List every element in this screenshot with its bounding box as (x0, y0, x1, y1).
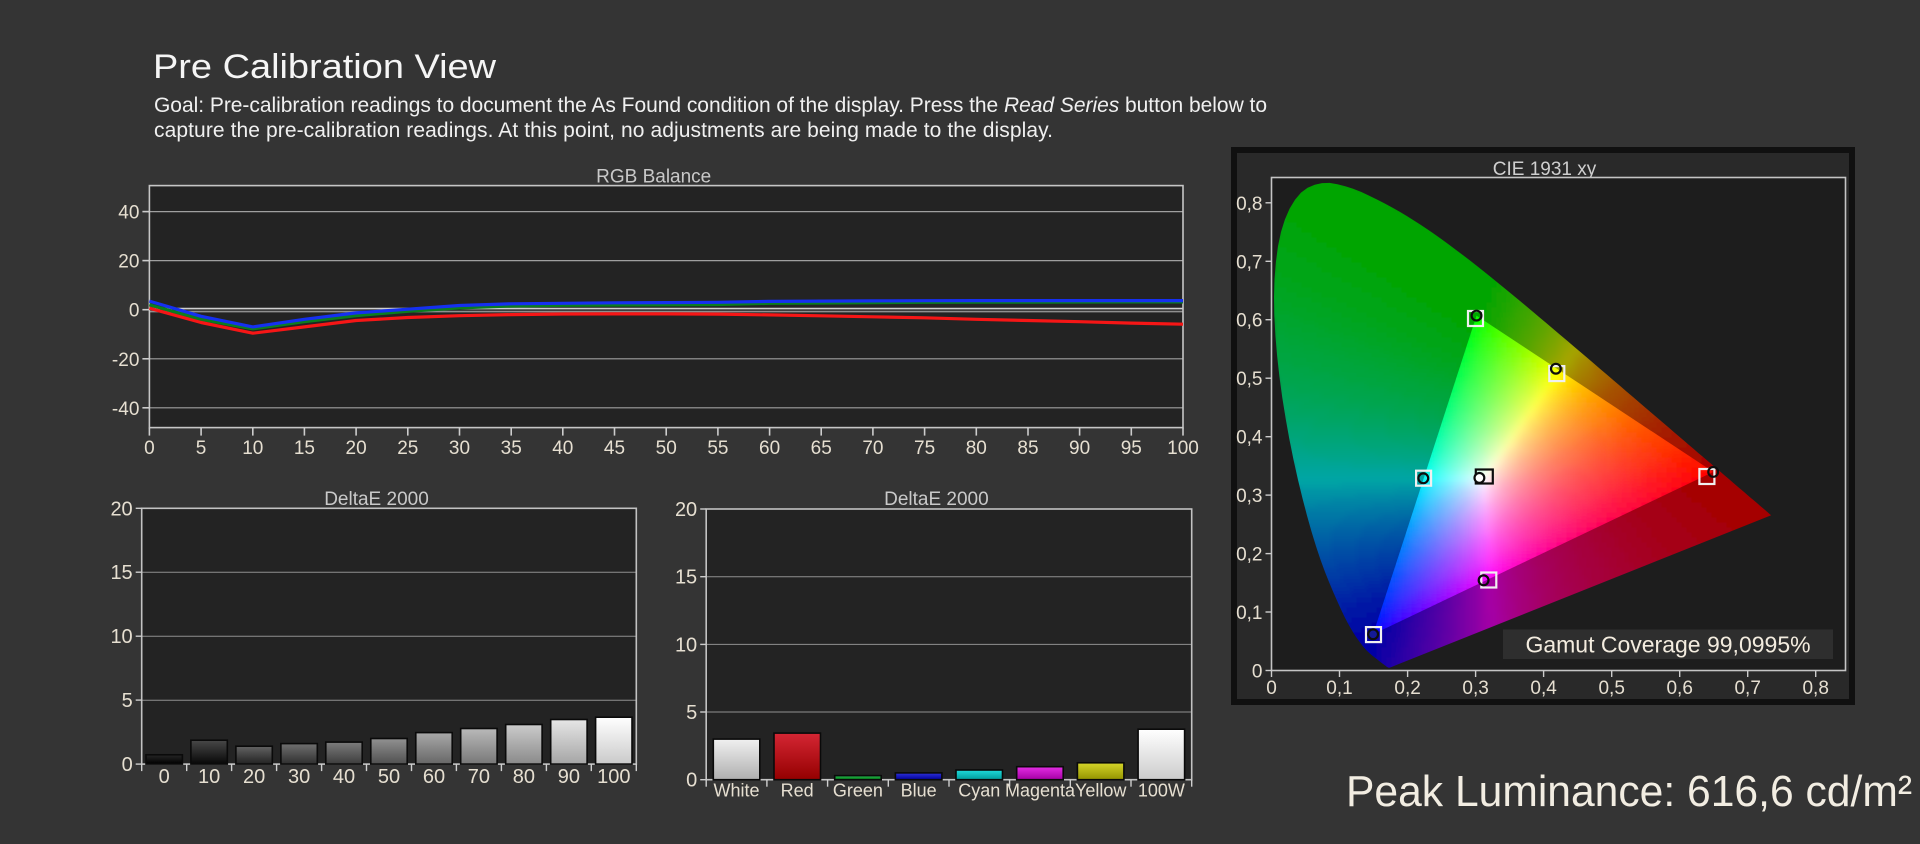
svg-text:10: 10 (675, 634, 697, 656)
svg-text:35: 35 (501, 438, 522, 459)
svg-text:-40: -40 (112, 399, 139, 420)
svg-text:40: 40 (552, 438, 573, 459)
svg-text:White: White (713, 780, 759, 800)
svg-text:Red: Red (781, 780, 814, 800)
svg-text:DeltaE 2000: DeltaE 2000 (884, 489, 989, 510)
svg-text:20: 20 (110, 498, 132, 520)
svg-text:-20: -20 (112, 350, 139, 371)
svg-text:Cyan: Cyan (958, 780, 1000, 800)
svg-text:Green: Green (833, 780, 883, 800)
svg-text:Peak Luminance: 616,6 cd/m²: Peak Luminance: 616,6 cd/m² (1346, 767, 1912, 816)
svg-text:15: 15 (110, 562, 132, 584)
svg-text:0: 0 (122, 754, 133, 776)
svg-text:85: 85 (1017, 438, 1038, 459)
svg-text:0: 0 (159, 766, 170, 788)
svg-text:capture the pre-calibration re: capture the pre-calibration readings. At… (154, 119, 1053, 142)
svg-text:20: 20 (243, 766, 265, 788)
svg-text:0: 0 (129, 301, 140, 322)
svg-text:80: 80 (966, 438, 987, 459)
svg-text:95: 95 (1121, 438, 1142, 459)
svg-text:15: 15 (294, 438, 315, 459)
svg-text:15: 15 (675, 567, 697, 589)
svg-text:0: 0 (686, 770, 697, 792)
svg-text:70: 70 (862, 438, 883, 459)
svg-text:80: 80 (513, 766, 535, 788)
svg-text:60: 60 (423, 766, 445, 788)
svg-text:Magenta: Magenta (1005, 780, 1076, 800)
svg-text:40: 40 (118, 203, 139, 224)
svg-text:RGB Balance: RGB Balance (596, 167, 711, 188)
svg-text:60: 60 (759, 438, 780, 459)
svg-text:20: 20 (118, 252, 139, 273)
svg-text:90: 90 (1069, 438, 1090, 459)
svg-text:70: 70 (468, 766, 490, 788)
svg-text:10: 10 (242, 438, 263, 459)
svg-text:5: 5 (122, 690, 133, 712)
svg-text:Yellow: Yellow (1075, 780, 1127, 800)
svg-text:30: 30 (288, 766, 310, 788)
svg-text:50: 50 (656, 438, 677, 459)
svg-text:100W: 100W (1138, 780, 1185, 800)
svg-text:50: 50 (378, 766, 400, 788)
svg-text:Blue: Blue (901, 780, 937, 800)
svg-text:10: 10 (110, 626, 132, 648)
svg-text:10: 10 (198, 766, 220, 788)
svg-text:25: 25 (397, 438, 418, 459)
svg-text:75: 75 (914, 438, 935, 459)
svg-text:5: 5 (196, 438, 207, 459)
svg-text:40: 40 (333, 766, 355, 788)
svg-text:20: 20 (346, 438, 367, 459)
svg-text:90: 90 (558, 766, 580, 788)
svg-text:30: 30 (449, 438, 470, 459)
svg-text:DeltaE 2000: DeltaE 2000 (324, 489, 429, 510)
svg-text:5: 5 (686, 702, 697, 724)
svg-text:45: 45 (604, 438, 625, 459)
svg-text:0: 0 (144, 438, 155, 459)
svg-text:100: 100 (597, 766, 630, 788)
svg-text:100: 100 (1167, 438, 1199, 459)
svg-text:Pre Calibration View: Pre Calibration View (153, 48, 496, 86)
svg-text:55: 55 (707, 438, 728, 459)
svg-text:20: 20 (675, 499, 697, 521)
svg-text:65: 65 (811, 438, 832, 459)
svg-text:Goal: Pre-calibration readings: Goal: Pre-calibration readings to docume… (154, 94, 1267, 117)
